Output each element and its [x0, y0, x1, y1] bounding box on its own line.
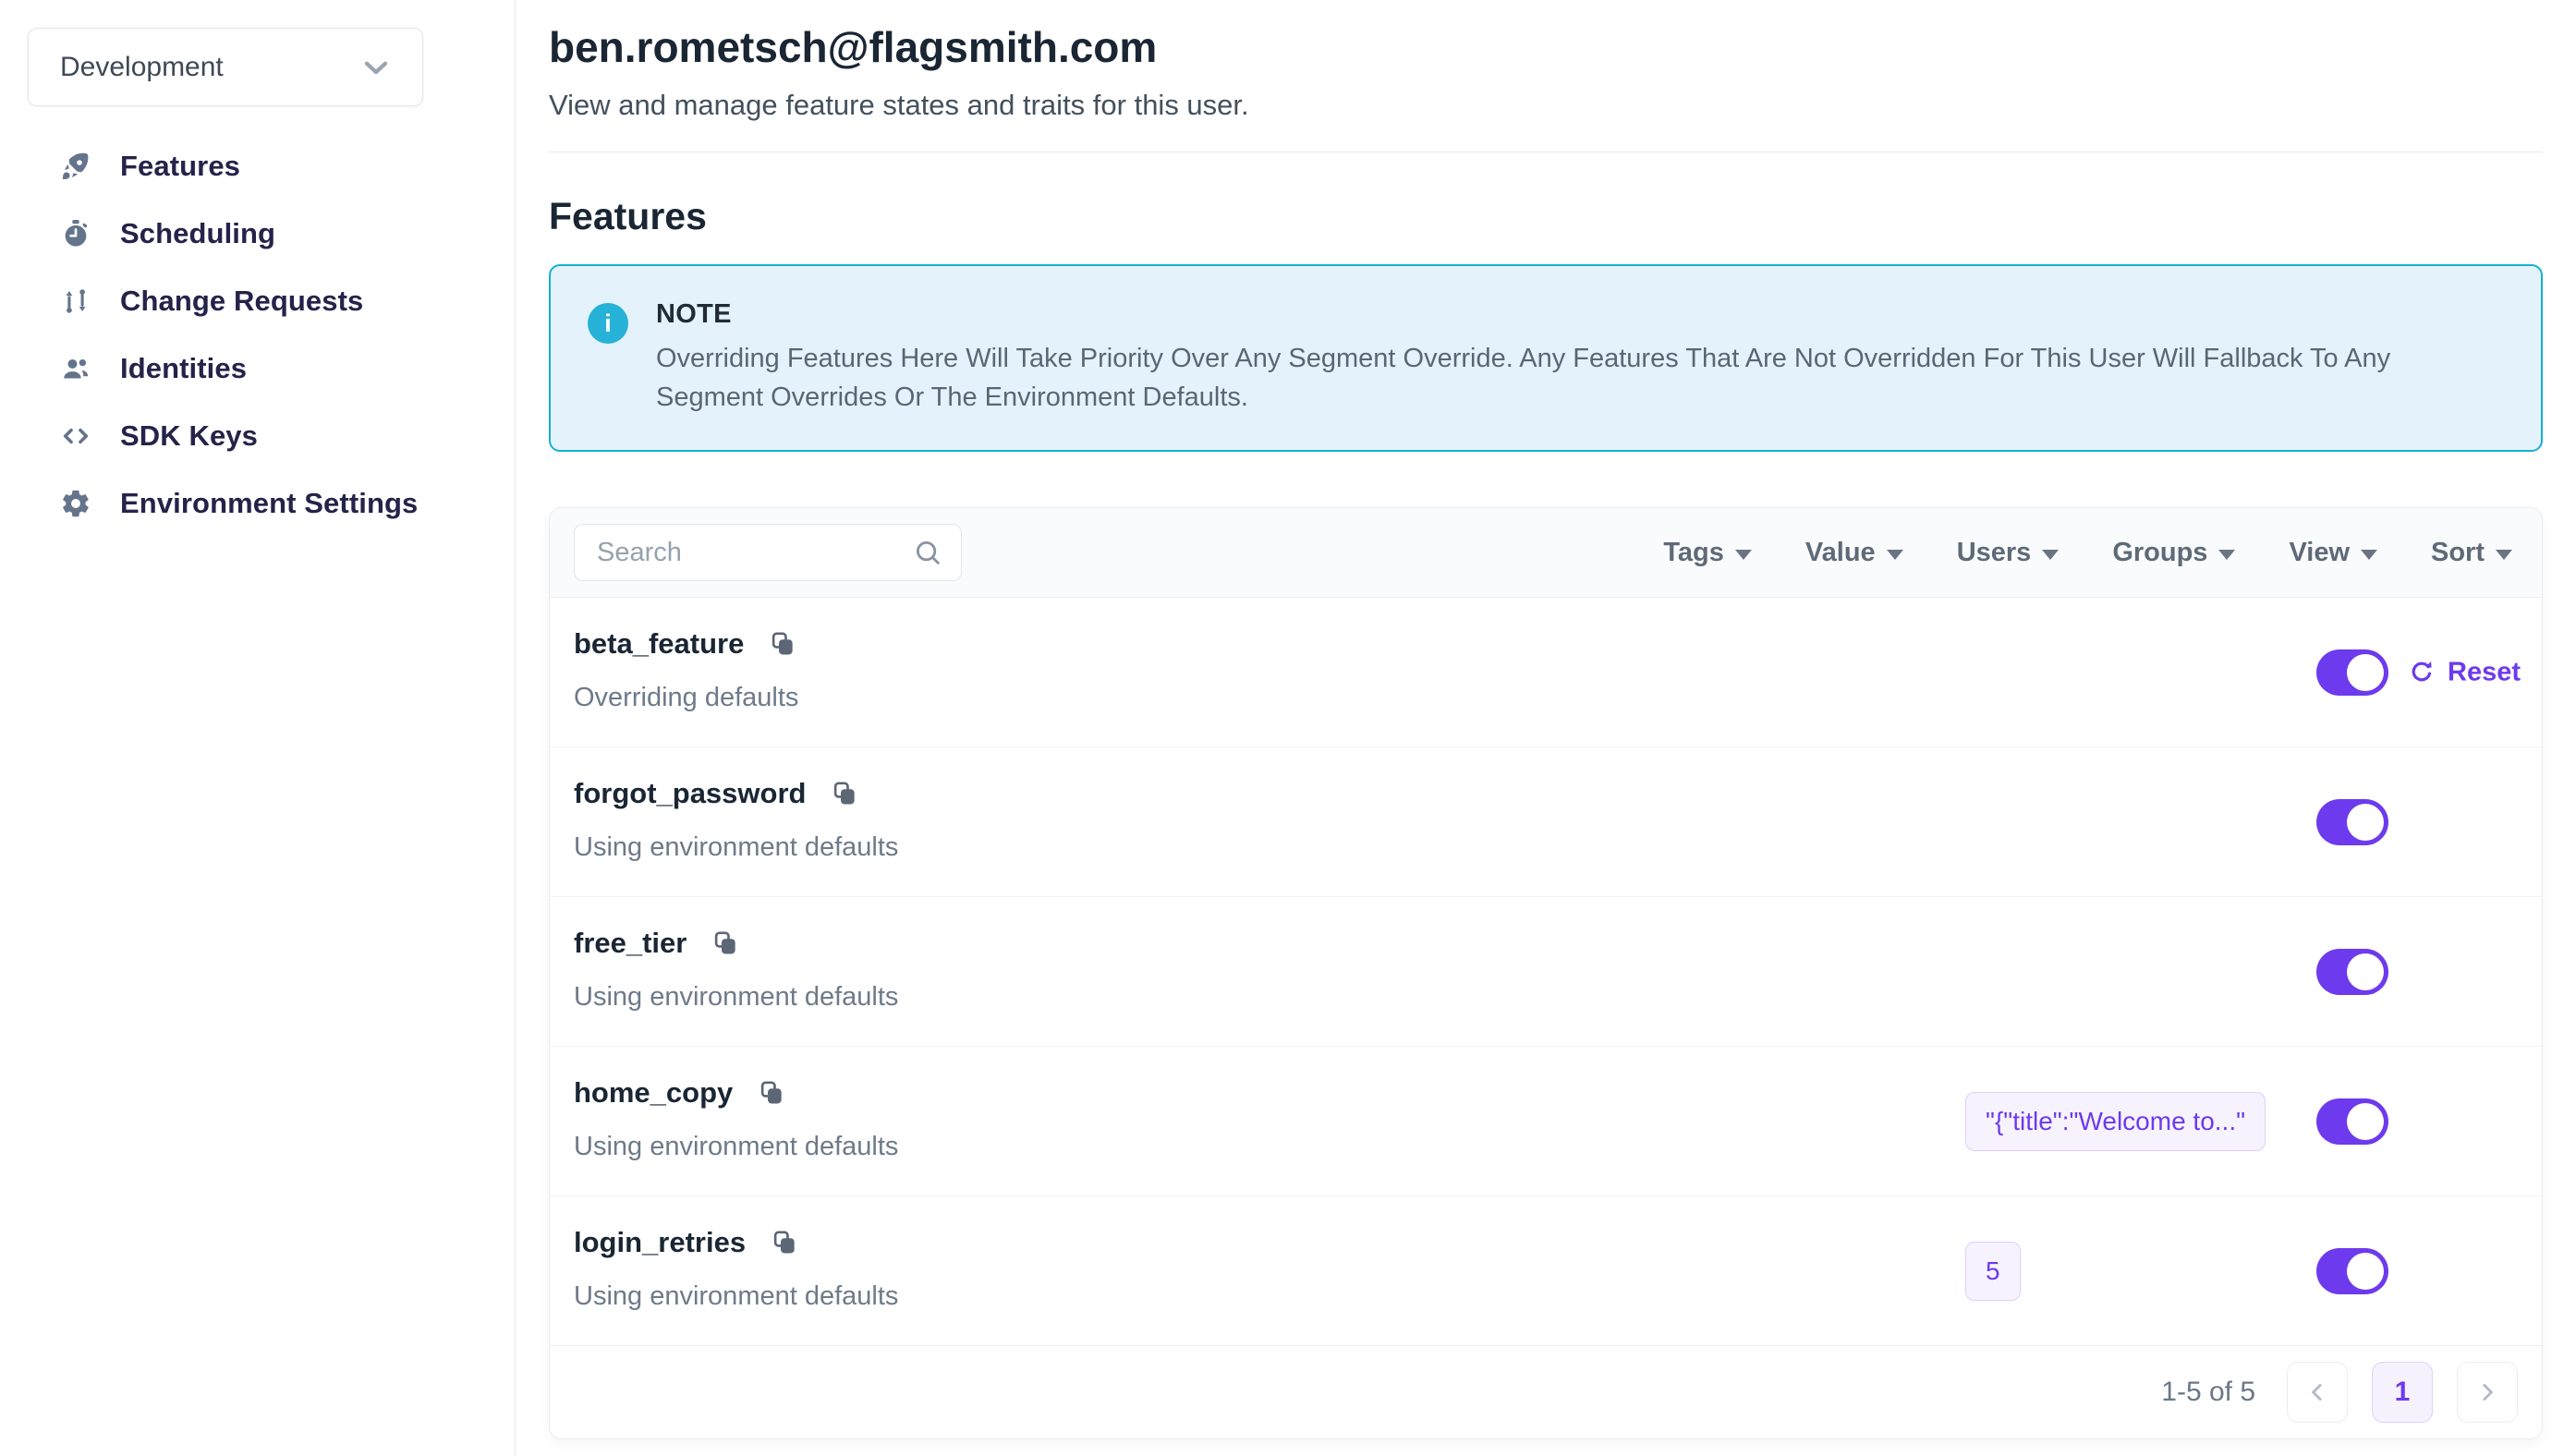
code-icon [59, 419, 92, 453]
feature-toggle[interactable] [2316, 649, 2388, 696]
filter-bar: Tags Value Users Groups View Sort [1663, 538, 2518, 568]
caret-down-icon [2496, 550, 2512, 560]
feature-row[interactable]: forgot_password Using environment default… [550, 747, 2542, 897]
feature-row[interactable]: home_copy Using environment defaults "{"ti… [550, 1047, 2542, 1196]
feature-name: free_tier [574, 927, 687, 960]
filter-label: Value [1805, 538, 1876, 568]
feature-value-chip[interactable]: "{"title":"Welcome to..." [1965, 1092, 2266, 1151]
copy-icon[interactable] [768, 629, 797, 659]
feature-value-chip[interactable]: 5 [1965, 1242, 2021, 1301]
refresh-icon [2407, 658, 2436, 687]
filter-groups[interactable]: Groups [2112, 538, 2235, 568]
search-icon [912, 537, 943, 568]
feature-row[interactable]: free_tier Using environment defaults [550, 897, 2542, 1047]
chevron-down-icon [358, 49, 395, 86]
main-content: ben.rometsch@flagsmith.com View and mana… [549, 0, 2543, 1439]
prev-page-button[interactable] [2287, 1362, 2348, 1423]
note-text: Overriding Features Here Will Take Prior… [656, 339, 2448, 417]
feature-status: Using environment defaults [574, 982, 898, 1013]
filter-value[interactable]: Value [1805, 538, 1903, 568]
caret-down-icon [1735, 550, 1752, 560]
feature-toggle[interactable] [2316, 1248, 2388, 1294]
caret-down-icon [2361, 550, 2377, 560]
copy-icon[interactable] [711, 928, 740, 958]
pagination: 1-5 of 5 1 [550, 1346, 2542, 1438]
toggle-knob [2347, 1103, 2384, 1140]
feature-toggle[interactable] [2316, 799, 2388, 845]
copy-icon[interactable] [830, 779, 859, 808]
info-icon: i [588, 303, 628, 344]
rocket-icon [59, 150, 92, 183]
git-pull-request-icon [59, 285, 92, 318]
reset-label: Reset [2448, 657, 2521, 687]
feature-status: Using environment defaults [574, 1281, 898, 1312]
caret-down-icon [2042, 550, 2059, 560]
page-number-button[interactable]: 1 [2372, 1362, 2433, 1423]
filter-label: Sort [2431, 538, 2485, 568]
toggle-knob [2347, 953, 2384, 990]
copy-icon[interactable] [770, 1228, 799, 1257]
page-title: ben.rometsch@flagsmith.com [549, 22, 2543, 72]
sidebar-item-change-requests[interactable]: Change Requests [0, 267, 515, 334]
sidebar-nav: Features Scheduling Change Requests Identit… [0, 132, 515, 537]
toggle-knob [2347, 1253, 2384, 1290]
feature-name: login_retries [574, 1226, 746, 1259]
sidebar-item-label: Features [120, 150, 240, 183]
filter-label: Groups [2112, 538, 2207, 568]
feature-name: forgot_password [574, 777, 806, 810]
filter-users[interactable]: Users [1957, 538, 2060, 568]
note-banner: i NOTE Overriding Features Here Will Tak… [549, 264, 2543, 452]
note-title: NOTE [656, 299, 2448, 330]
stopwatch-icon [59, 217, 92, 250]
feature-row[interactable]: login_retries Using environment defaults 5 [550, 1196, 2542, 1346]
next-page-button[interactable] [2457, 1362, 2518, 1423]
features-section-title: Features [549, 195, 2543, 238]
sidebar-item-label: Identities [120, 352, 247, 385]
sidebar-item-label: SDK Keys [120, 419, 258, 453]
filter-sort[interactable]: Sort [2431, 538, 2512, 568]
sidebar-item-features[interactable]: Features [0, 132, 515, 200]
toggle-knob [2347, 804, 2384, 841]
search-input[interactable] [574, 524, 962, 581]
feature-status: Using environment defaults [574, 832, 898, 863]
copy-icon[interactable] [757, 1078, 786, 1108]
environment-selector-value: Development [60, 52, 224, 83]
environment-selector[interactable]: Development [28, 28, 423, 106]
sidebar-item-scheduling[interactable]: Scheduling [0, 200, 515, 267]
filter-tags[interactable]: Tags [1663, 538, 1752, 568]
page-subtitle: View and manage feature states and trait… [549, 89, 2543, 122]
pagination-summary: 1-5 of 5 [2161, 1377, 2255, 1408]
feature-status: Overriding defaults [574, 683, 798, 713]
filter-label: View [2289, 538, 2350, 568]
feature-status: Using environment defaults [574, 1132, 898, 1162]
feature-toggle[interactable] [2316, 1098, 2388, 1145]
feature-toggle[interactable] [2316, 949, 2388, 995]
caret-down-icon [1887, 550, 1903, 560]
filter-view[interactable]: View [2289, 538, 2377, 568]
gear-icon [59, 487, 92, 520]
feature-rows: beta_feature Overriding defaults Reset forg… [550, 598, 2542, 1346]
users-icon [59, 352, 92, 385]
sidebar-item-label: Scheduling [120, 217, 275, 250]
feature-name: beta_feature [574, 627, 744, 661]
features-toolbar: Tags Value Users Groups View Sort [550, 508, 2542, 598]
filter-label: Users [1957, 538, 2032, 568]
sidebar-item-sdk-keys[interactable]: SDK Keys [0, 402, 515, 469]
features-panel: Tags Value Users Groups View Sort beta_featur… [549, 507, 2543, 1439]
sidebar-item-label: Change Requests [120, 285, 363, 318]
feature-row[interactable]: beta_feature Overriding defaults Reset [550, 598, 2542, 747]
search-wrap [574, 524, 962, 581]
sidebar-item-environment-settings[interactable]: Environment Settings [0, 469, 515, 537]
toggle-knob [2347, 654, 2384, 691]
sidebar: Development Features Scheduling Change Req… [0, 0, 516, 1456]
caret-down-icon [2218, 550, 2235, 560]
feature-name: home_copy [574, 1076, 733, 1110]
filter-label: Tags [1663, 538, 1724, 568]
reset-button[interactable]: Reset [2407, 657, 2521, 687]
sidebar-item-label: Environment Settings [120, 487, 418, 520]
sidebar-item-identities[interactable]: Identities [0, 334, 515, 402]
